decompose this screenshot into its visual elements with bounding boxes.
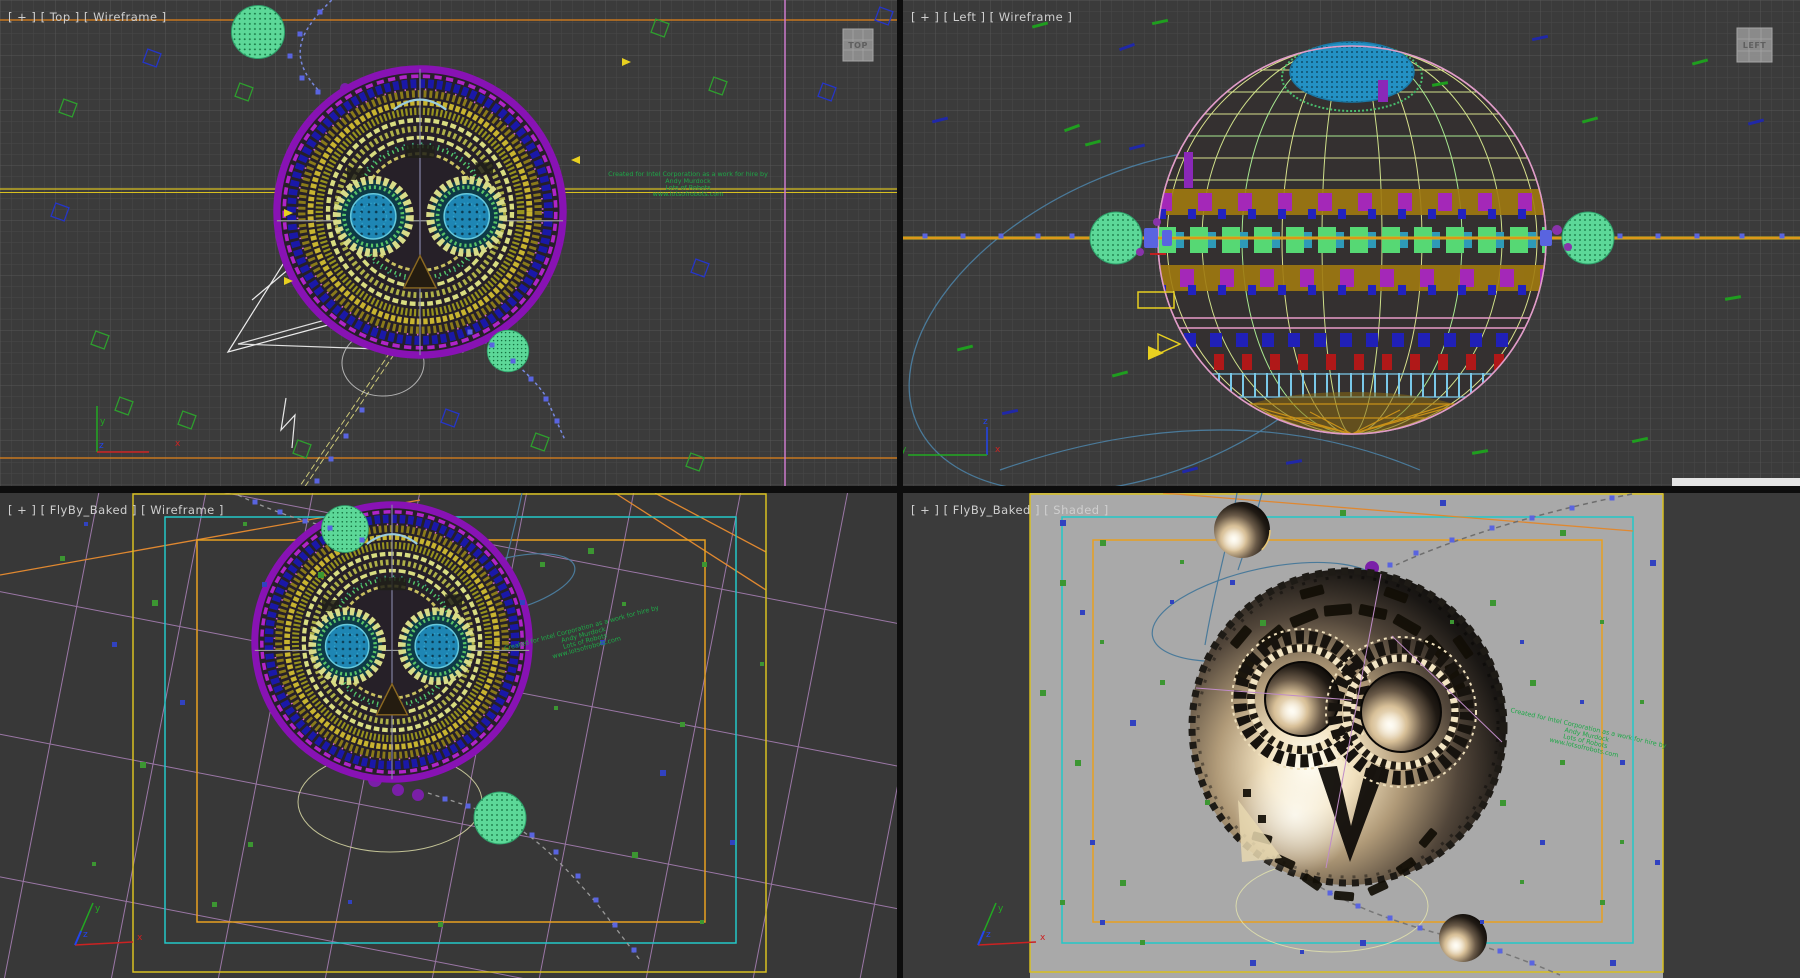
axis-x-label: x (175, 439, 181, 449)
axis-y-label: y (901, 445, 907, 455)
viewport-quad-layout: TOP y z x Created for Intel Corporation … (0, 0, 1800, 978)
axis-y-label: y (95, 904, 101, 914)
satellite-sphere[interactable] (231, 5, 284, 58)
viewport-flyby-shaded[interactable]: Created for Intel Corporation as a work … (903, 493, 1800, 978)
scene-canvas: TOP y z x Created for Intel Corporation … (0, 0, 1800, 978)
purple-figure (1378, 80, 1388, 102)
white-bar-object (1672, 478, 1800, 488)
axis-z-label: z (986, 930, 991, 940)
axis-z-label: z (83, 930, 88, 940)
satellite-sphere[interactable] (1090, 212, 1142, 264)
axis-z-label: z (983, 417, 988, 427)
axis-y-label: y (100, 417, 106, 427)
axis-x-label: x (137, 933, 143, 943)
owl-sphere-wireframe-top[interactable] (277, 69, 563, 355)
axis-z-label: z (99, 441, 104, 451)
axis-x-label: x (1040, 933, 1046, 943)
viewport-label-top[interactable]: [ + ] [ Top ] [ Wireframe ] (8, 10, 167, 24)
satellite-sphere-shaded-bottom[interactable] (1439, 914, 1487, 962)
viewcube-left-label[interactable]: LEFT (1743, 41, 1767, 50)
viewcube-left[interactable]: LEFT (1737, 28, 1772, 62)
satellite-sphere-shaded-top[interactable] (1214, 502, 1270, 558)
satellite-sphere[interactable] (487, 330, 529, 372)
viewport-label-flyby-wire[interactable]: [ + ] [ FlyBy_Baked ] [ Wireframe ] (8, 503, 224, 517)
svg-text:www.lotsofrobots.com: www.lotsofrobots.com (653, 190, 724, 198)
viewcube-top-label[interactable]: TOP (848, 41, 868, 50)
viewport-label-left[interactable]: [ + ] [ Left ] [ Wireframe ] (911, 10, 1072, 24)
owl-sphere-wireframe-flyby[interactable] (255, 505, 529, 779)
viewport-label-flyby-shaded[interactable]: [ + ] [ FlyBy_Baked ] [ Shaded ] (911, 503, 1109, 517)
axis-x-label: x (995, 445, 1001, 455)
satellite-sphere[interactable] (1562, 212, 1614, 264)
viewport-left[interactable]: LEFT z y x [ + ] [ Left ] [ Wireframe ] (856, 0, 1800, 561)
satellite-sphere[interactable] (474, 792, 526, 844)
viewcube-top[interactable]: TOP (843, 29, 873, 61)
axis-y-label: y (998, 904, 1004, 914)
viewport-top[interactable]: TOP y z x Created for Intel Corporation … (0, 0, 897, 488)
